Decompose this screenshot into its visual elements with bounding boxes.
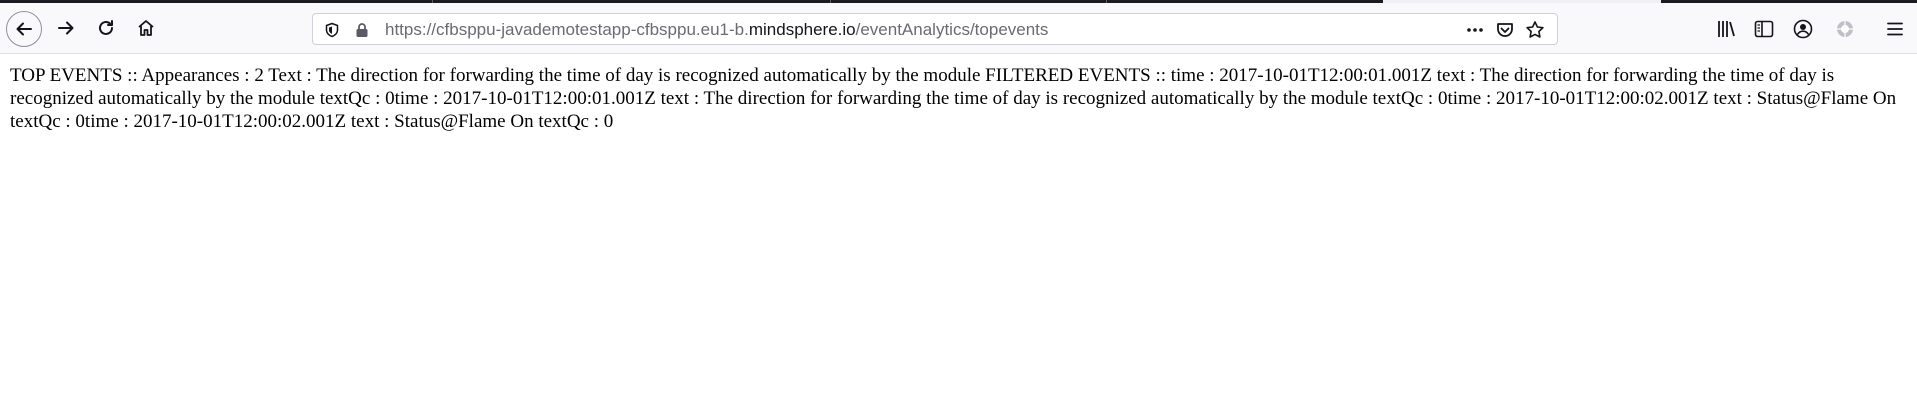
home-icon bbox=[138, 20, 154, 36]
forward-arrow-icon bbox=[58, 21, 74, 35]
lock-icon[interactable] bbox=[353, 21, 371, 39]
account-icon[interactable] bbox=[1792, 18, 1814, 40]
url-bar[interactable]: https://cfbsppu-javademotestapp-cfbsppu.… bbox=[312, 13, 1558, 45]
reload-icon bbox=[99, 20, 113, 35]
browser-toolbar: https://cfbsppu-javademotestapp-cfbsppu.… bbox=[0, 3, 1917, 54]
extension-icon[interactable] bbox=[1834, 18, 1856, 40]
forward-button[interactable] bbox=[48, 10, 84, 46]
url-domain: mindsphere.io bbox=[748, 20, 856, 39]
hamburger-menu-icon[interactable] bbox=[1884, 18, 1906, 40]
sidebar-icon[interactable] bbox=[1753, 18, 1775, 40]
reload-button[interactable] bbox=[88, 10, 124, 46]
pocket-icon[interactable] bbox=[1495, 20, 1515, 40]
back-arrow-icon bbox=[16, 22, 32, 36]
home-button[interactable] bbox=[128, 10, 164, 46]
page-body-text: TOP EVENTS :: Appearances : 2 Text : The… bbox=[10, 65, 1897, 132]
url-path: /eventAnalytics/topevents bbox=[855, 20, 1049, 39]
url-prefix: https://cfbsppu-javademotestapp-cfbsppu.… bbox=[385, 20, 749, 39]
url-text[interactable]: https://cfbsppu-javademotestapp-cfbsppu.… bbox=[385, 20, 1048, 40]
bookmark-star-icon[interactable] bbox=[1525, 20, 1545, 40]
more-dots-icon[interactable] bbox=[1465, 20, 1485, 40]
back-button[interactable] bbox=[6, 11, 42, 47]
library-icon[interactable] bbox=[1716, 18, 1738, 40]
shield-icon[interactable] bbox=[323, 21, 341, 39]
